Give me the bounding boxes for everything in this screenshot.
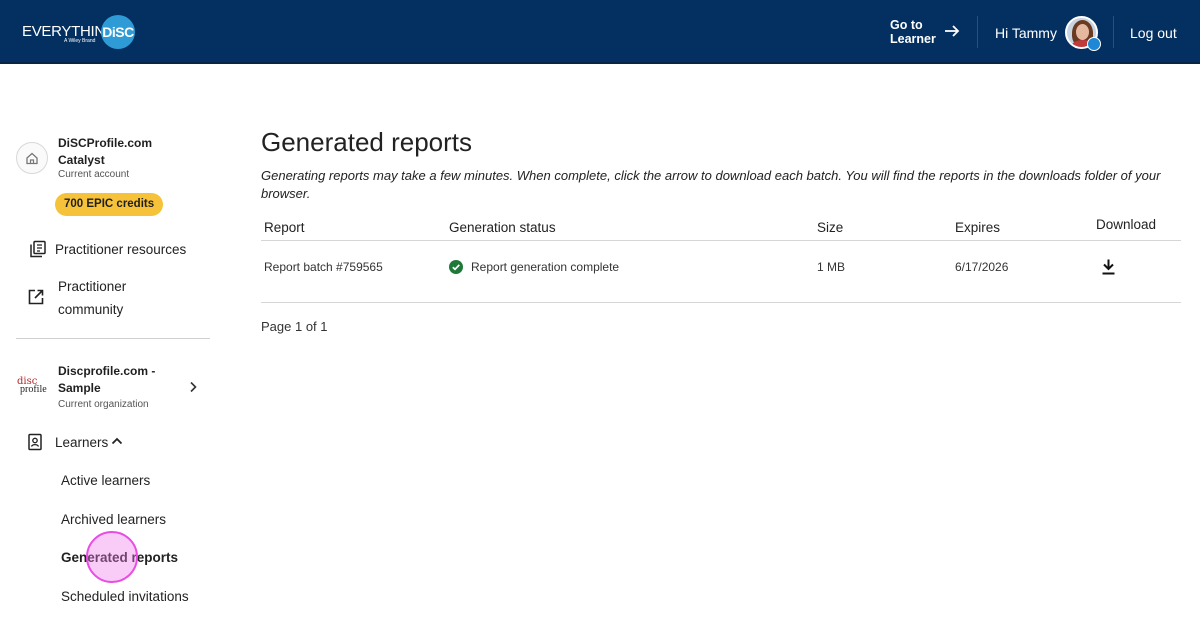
sidebar-divider [16,338,210,339]
organization-name[interactable]: Discprofile.com - Sample [58,363,178,397]
table-header-divider [261,240,1181,241]
account-name: DiSCProfile.com Catalyst [58,136,153,167]
sidebar-item-active-learners[interactable]: Active learners [61,473,150,488]
organization-logo: disc profile [17,377,49,397]
contact-card-icon [28,433,42,451]
top-navigation-bar: EVERYTHING DiSC A Wiley Brand Go to Lear… [0,0,1200,64]
column-header-download: Download [1096,217,1157,232]
sidebar-item-practitioner-resources[interactable]: Practitioner resources [55,238,186,261]
documents-icon [30,240,46,258]
cell-expires: 6/17/2026 [955,260,1009,274]
go-to-label-line2: Learner [890,32,936,46]
header-divider [977,16,978,48]
go-to-learner-link[interactable]: Go to Learner [890,18,936,46]
column-header-expires: Expires [955,220,1001,235]
credits-badge: 700 EPIC credits [55,193,164,216]
pagination-text: Page 1 of 1 [261,319,328,334]
sidebar-item-generated-reports[interactable]: Generated reports [61,550,178,565]
org-logo-bottom-text: profile [20,384,47,395]
sidebar-item-archived-learners[interactable]: Archived learners [61,512,166,527]
column-header-size: Size [817,220,844,235]
sidebar-item-practitioner-community[interactable]: Practitioner community [58,275,126,321]
shield-badge-icon [1087,37,1101,51]
logo-tagline: A Wiley Brand [64,38,96,44]
user-greeting: Hi Tammy [995,25,1057,41]
logout-button[interactable]: Log out [1130,25,1177,41]
community-label-line2: community [58,302,124,317]
cell-report: Report batch #759565 [264,260,383,274]
logo-disc-badge: DiSC [101,15,135,49]
sidebar-item-scheduled-invitations[interactable]: Scheduled invitations [61,589,189,604]
page-title: Generated reports [261,127,473,157]
organization-label: Current organization [58,399,149,410]
arrow-right-icon[interactable] [943,22,961,40]
download-icon[interactable] [1101,258,1116,275]
page-description: Generating reports may take a few minute… [261,168,1161,201]
home-icon [16,142,48,174]
table-bottom-divider [261,302,1181,303]
sidebar-item-learners[interactable]: Learners [55,431,108,454]
community-label-line1: Practitioner [58,279,127,294]
column-header-report: Report [264,220,305,235]
avatar-face [1076,24,1089,40]
cell-size: 1 MB [817,260,846,274]
cell-status: Report generation complete [471,260,620,274]
chevron-right-icon[interactable] [186,380,200,394]
chevron-up-icon[interactable] [110,434,124,448]
account-label: Current account [58,169,130,180]
header-divider [1113,16,1114,48]
external-link-icon [28,289,44,305]
go-to-label-line1: Go to [890,18,923,32]
check-circle-icon [449,260,463,274]
column-header-status: Generation status [449,220,556,235]
